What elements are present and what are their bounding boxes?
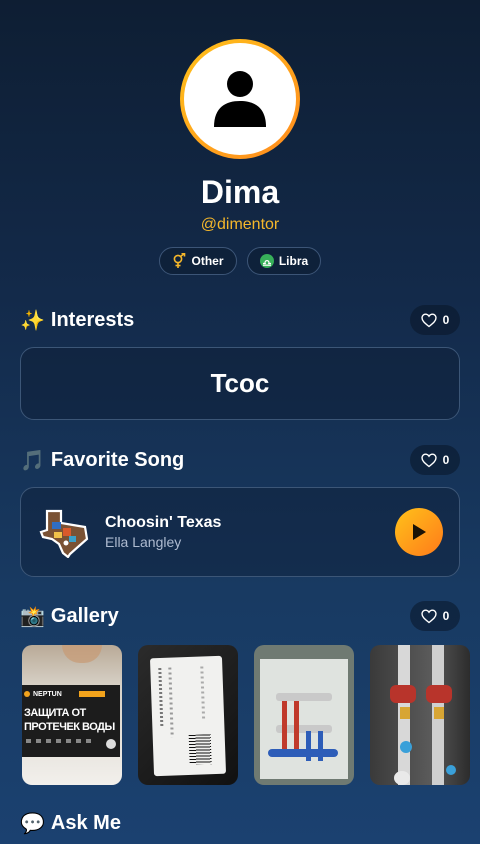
favorite-song-like-count: 0 (442, 453, 450, 467)
avatar[interactable] (180, 39, 300, 159)
gallery-heading: 📸 Gallery (20, 604, 119, 628)
gallery-photo-2[interactable] (138, 645, 238, 785)
gallery-photo-3[interactable] (254, 645, 354, 785)
speech-bubble-icon: 💬 (20, 811, 45, 835)
heart-icon (420, 452, 437, 467)
gallery-photo-4[interactable] (370, 645, 470, 785)
favorite-song-heading: 🎵 Favorite Song (20, 448, 184, 472)
interests-heading: ✨ Interests (20, 308, 134, 332)
gallery-like-count: 0 (442, 609, 450, 623)
favorite-song-title: Favorite Song (50, 448, 185, 471)
interests-like-count: 0 (442, 313, 450, 327)
play-icon (413, 524, 426, 540)
photo-label-brand: NEPTUN (33, 690, 62, 698)
gallery-photo-1[interactable]: NEPTUN ЗАЩИТА ОТ ПРОТЕЧЕК ВОДЫ (22, 645, 122, 785)
interest-value: Tcoc (210, 368, 270, 398)
interests-card: Tcoc (20, 347, 460, 420)
gallery-like-button[interactable]: 0 (410, 601, 460, 631)
play-button[interactable] (395, 508, 443, 556)
camera-icon: 📸 (20, 604, 45, 628)
ask-me-title: Ask Me (50, 811, 121, 834)
song-artist: Ella Langley (105, 534, 182, 550)
heart-icon (420, 608, 437, 623)
gallery-title: Gallery (50, 604, 119, 627)
zodiac-badge: Libra (247, 247, 321, 275)
song-title: Choosin' Texas (105, 514, 222, 531)
libra-icon (259, 254, 274, 268)
music-note-icon: 🎵 (20, 448, 45, 472)
photo-label-line1: ЗАЩИТА ОТ (24, 707, 86, 719)
profile-username: @dimentor (200, 216, 280, 233)
zodiac-label: Libra (278, 254, 309, 268)
interests-like-button[interactable]: 0 (410, 305, 460, 335)
photo-label-line2: ПРОТЕЧЕК ВОДЫ (24, 721, 115, 733)
favorite-song-like-button[interactable]: 0 (410, 445, 460, 475)
profile-name: Dima (200, 174, 280, 210)
ask-me-heading: 💬 Ask Me (20, 811, 121, 835)
texas-cover-icon (39, 509, 89, 558)
gender-other-icon (174, 253, 186, 268)
heart-icon (420, 312, 437, 327)
person-icon (214, 71, 266, 127)
song-card[interactable]: Choosin' Texas Ella Langley (20, 487, 460, 577)
sparkles-icon: ✨ (20, 308, 45, 332)
gender-badge: Other (159, 247, 237, 275)
gender-label: Other (191, 254, 224, 268)
interests-title: Interests (50, 308, 135, 331)
